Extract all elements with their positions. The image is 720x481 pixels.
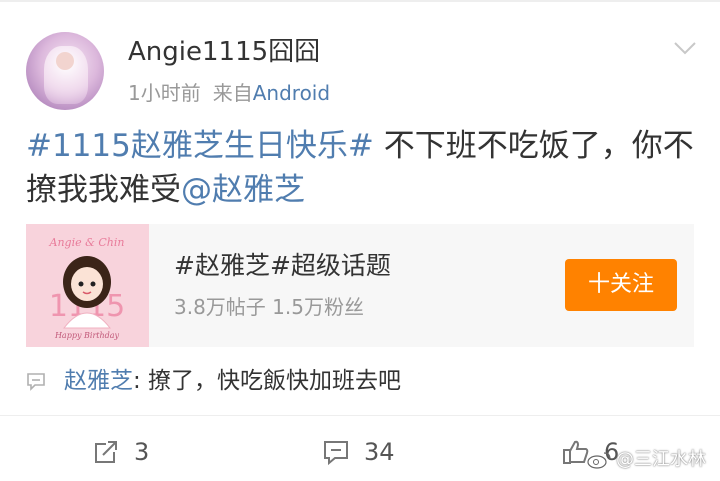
avatar-face [56,52,74,70]
post-source[interactable]: Android [253,81,330,105]
featured-comment[interactable]: 赵雅芝: 撩了，快吃飯快加班去吧 [64,366,401,396]
comment-text: : 撩了，快吃飯快加班去吧 [133,368,402,394]
action-divider [0,415,720,416]
follow-button[interactable]: 十关注 [565,259,677,311]
post-text: #1115赵雅芝生日快乐# 不下班不吃饭了，你不撩我我难受@赵雅芝 [26,124,706,212]
comment-bubble-icon [27,373,45,391]
username[interactable]: Angie1115囧囧 [128,35,320,69]
image-top-text: Angie & Chin [49,236,125,249]
watermark: @三江水林 [586,448,706,472]
source-prefix: 来自 [212,81,253,105]
topic-tag-link[interactable]: #1115赵雅芝生日快乐# [26,128,374,164]
comment-button[interactable]: 34 [322,436,395,468]
watermark-text: @三江水林 [616,449,706,470]
avatar[interactable] [26,32,104,110]
topic-card-illustration: Angie & Chin 1115 Happy Birthday [26,224,149,347]
top-border [0,0,720,2]
image-caption: Happy Birthday [54,331,120,340]
mention-link[interactable]: @赵雅芝 [181,172,305,208]
comment-count: 34 [364,438,395,466]
post-meta: 1小时前 来自Android [128,80,330,106]
post-time: 1小时前 [128,81,201,105]
topic-card-title: #赵雅芝#超级话题 [174,251,391,280]
repost-icon [95,441,117,463]
comment-author[interactable]: 赵雅芝 [64,368,133,394]
chevron-down-icon[interactable] [672,38,698,58]
comment-icon [324,441,348,466]
weibo-logo-icon [587,452,611,469]
repost-count: 3 [134,438,150,466]
topic-card-stats: 3.8万帖子 1.5万粉丝 [174,295,364,319]
repost-button[interactable]: 3 [92,436,149,468]
topic-card[interactable]: Angie & Chin 1115 Happy Birthday #赵雅芝#超级… [26,224,694,347]
topic-card-image: Angie & Chin 1115 Happy Birthday [26,224,149,347]
